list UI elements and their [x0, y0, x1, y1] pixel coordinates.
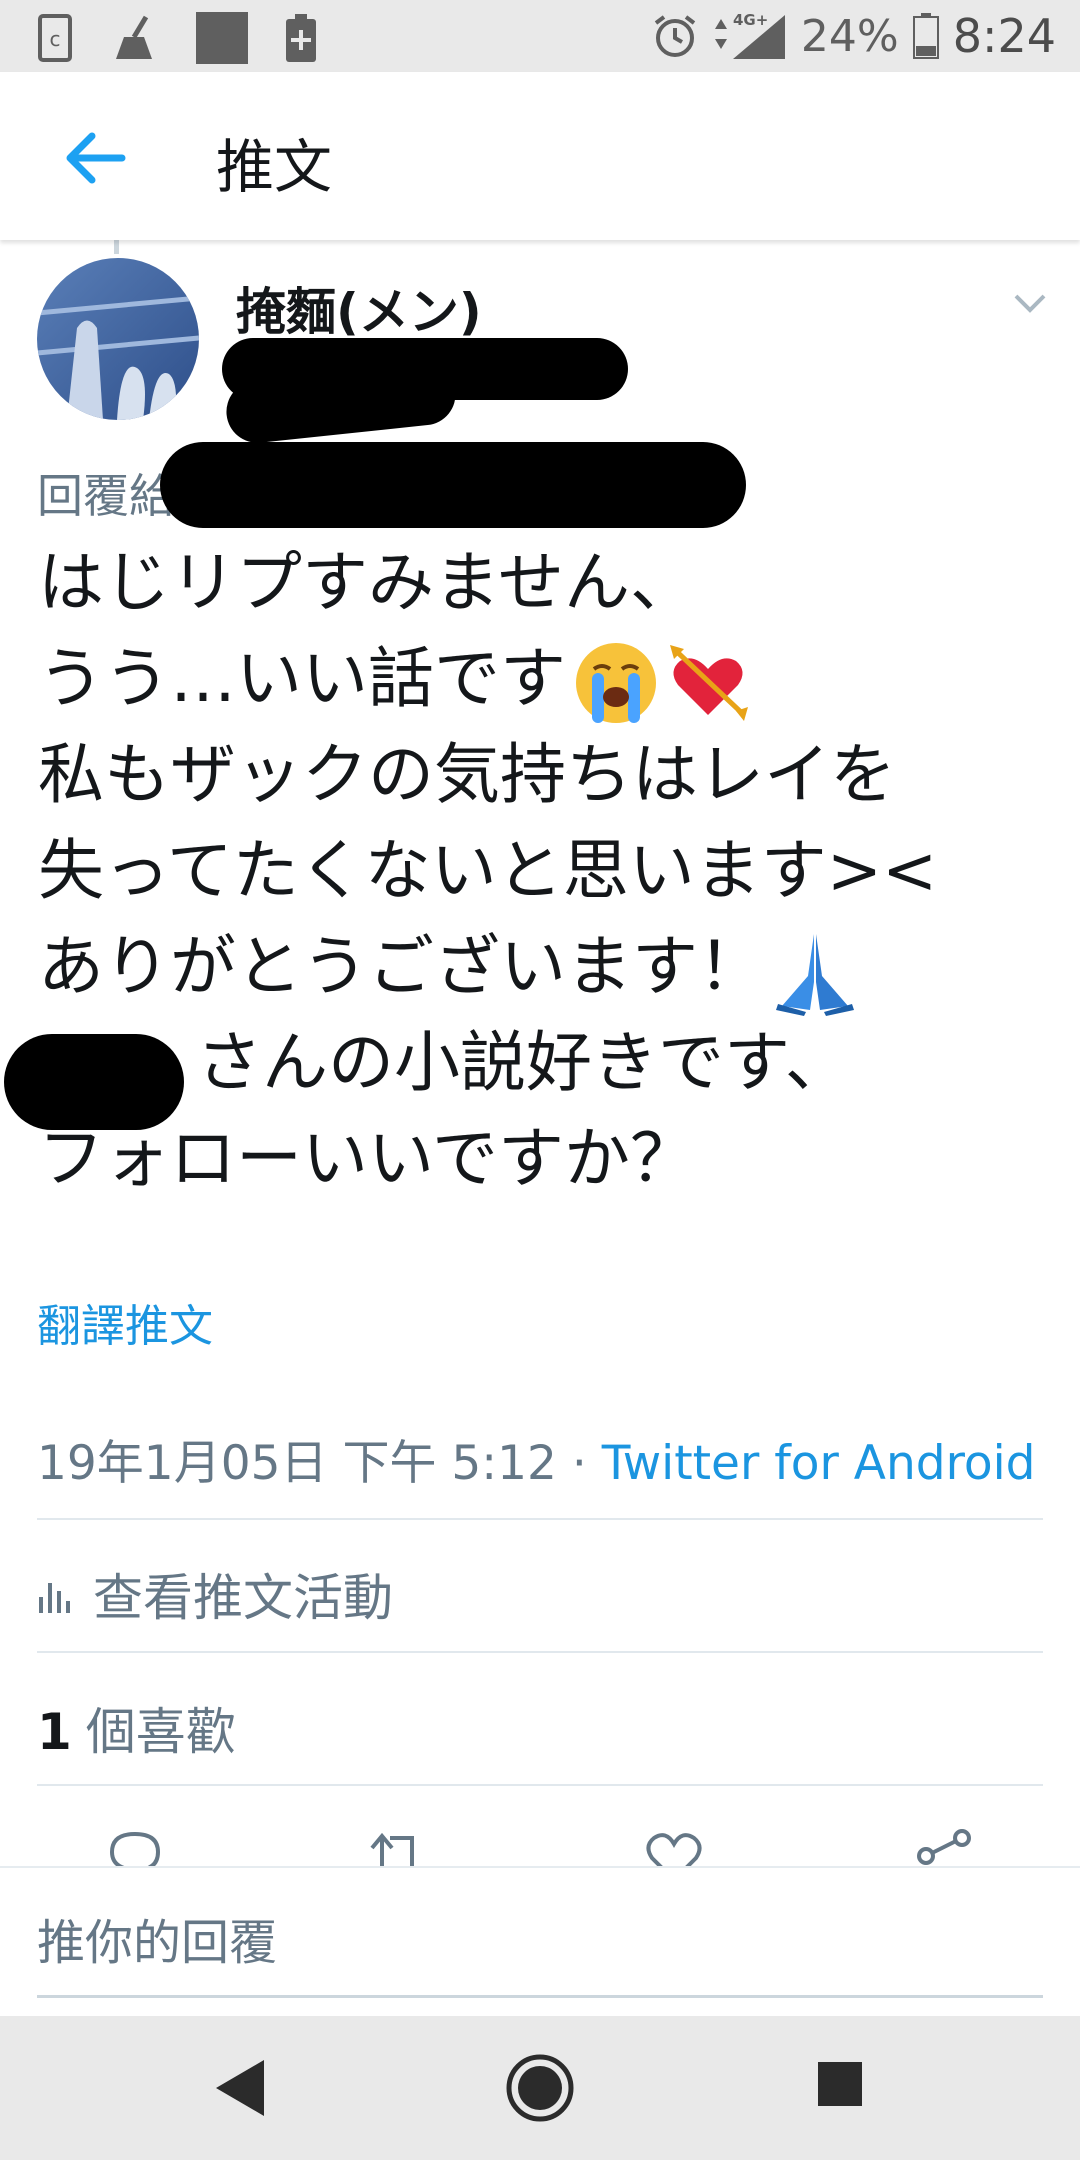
network-type-label: 4G+ — [733, 11, 768, 29]
view-tweet-activity-row[interactable]: 查看推文活動 — [37, 1558, 393, 1630]
like-heart-icon[interactable] — [644, 1828, 704, 1868]
folded-hands-icon — [776, 933, 854, 1016]
navigation-bar — [0, 2016, 1080, 2160]
tweet-line: フォローいいですか？ — [38, 1120, 697, 1197]
loudly-crying-face-icon — [576, 642, 656, 723]
home-nav-icon[interactable] — [504, 2052, 576, 2124]
author-name[interactable]: 掩麵(メン) — [236, 272, 482, 344]
divider — [37, 1651, 1043, 1653]
redaction-mark — [160, 442, 746, 528]
notification-icons: c — [38, 12, 316, 64]
signal-icon: 4G+ — [714, 11, 785, 59]
tweet-meta: 19年1月05日 下午 5:12 · Twitter for Android — [37, 1424, 1036, 1493]
tweet-line-text: さんの小説好きです、 — [196, 1024, 851, 1101]
thread-connector — [114, 240, 119, 254]
back-nav-icon[interactable] — [212, 2056, 268, 2120]
tweet-source-link[interactable]: Twitter for Android — [602, 1436, 1036, 1491]
heart-with-arrow-icon — [670, 644, 748, 721]
status-bar: c 4G+ 24% 8:24 — [0, 0, 1080, 72]
reply-composer — [0, 1866, 1080, 2016]
chevron-down-icon[interactable] — [1010, 288, 1050, 318]
battery-icon — [912, 13, 939, 59]
tweet-timestamp: 19年1月05日 下午 5:12 — [37, 1436, 557, 1491]
likes-row[interactable]: 1 個喜歡 — [37, 1692, 236, 1764]
view-tweet-activity-label: 查看推文活動 — [93, 1569, 393, 1627]
tweet-line: さんの小説好きです、 — [38, 1015, 1058, 1111]
reply-icon[interactable] — [106, 1828, 164, 1868]
tweet-line-text: うう…いい話です — [38, 640, 566, 717]
tweet-detail-screen: c 4G+ 24% 8:24 推文 掩麵(メン) 回覆給 はじリプすみません、 … — [0, 0, 1080, 2160]
system-indicators: 4G+ 24% 8:24 — [653, 0, 1056, 72]
battery-percent: 24% — [800, 10, 899, 62]
clock: 8:24 — [952, 9, 1056, 63]
svg-text:c: c — [50, 27, 61, 51]
phone-notification-icon: c — [38, 14, 72, 62]
tweet-body: はじリプすみません、 うう…いい話です 私もザックの気持ちはレイを 失ってたくな… — [38, 535, 1058, 1207]
retweet-icon[interactable] — [368, 1828, 432, 1868]
alarm-icon — [654, 15, 696, 57]
tweet-line: 私もザックの気持ちはレイを — [38, 736, 896, 813]
translate-tweet-link[interactable]: 翻譯推文 — [37, 1290, 213, 1354]
image-notification-icon — [196, 12, 248, 64]
likes-label: 個喜歡 — [85, 1703, 236, 1761]
cleaner-icon — [116, 15, 152, 59]
tweet-line: はじリプすみません、 — [38, 544, 697, 621]
battery-saver-icon — [286, 14, 316, 62]
author-avatar[interactable] — [37, 258, 199, 420]
recents-nav-icon[interactable] — [816, 2060, 864, 2108]
divider — [37, 1784, 1043, 1786]
share-icon[interactable] — [914, 1828, 974, 1868]
redaction-mark — [4, 1034, 184, 1130]
tweet-line: 失ってたくないと思います>< — [38, 832, 938, 909]
meta-separator: · — [556, 1436, 602, 1491]
reply-input[interactable] — [37, 1890, 1043, 1998]
back-arrow-icon[interactable] — [60, 122, 132, 194]
tweet-line: うう…いい話です — [38, 631, 1058, 727]
tweet-line-text: ありがとうございます！ — [38, 928, 764, 1005]
divider — [37, 1518, 1043, 1520]
tweet-line: ありがとうございます！ — [38, 919, 1058, 1016]
page-title: 推文 — [216, 133, 333, 201]
like-count: 1 — [37, 1703, 72, 1761]
analytics-icon — [39, 1583, 70, 1613]
replying-to-label: 回覆給 — [37, 469, 175, 523]
app-bar: 推文 — [0, 72, 1080, 240]
tweet-actions — [0, 1828, 1080, 1868]
avatar-image — [37, 258, 199, 420]
